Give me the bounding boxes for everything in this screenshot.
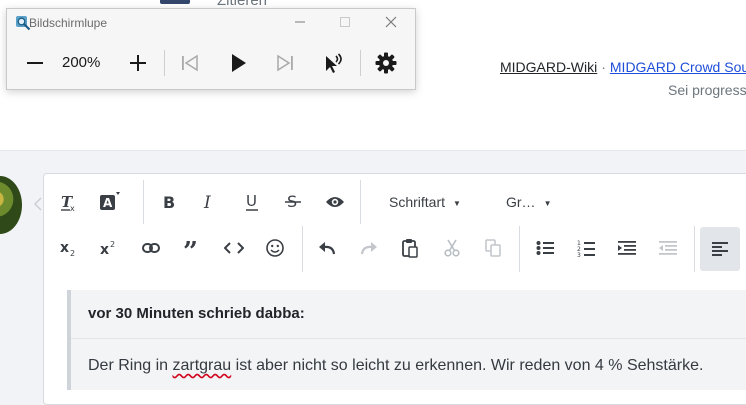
minus-icon [27, 62, 43, 64]
magnifier-title: Bildschirmlupe [29, 16, 108, 30]
magnifier-separator [360, 50, 361, 76]
toolbar-separator [360, 180, 361, 224]
link-midgard-crowd[interactable]: MIDGARD Crowd Sou [610, 59, 746, 75]
maximize-button[interactable] [330, 9, 360, 35]
link-separator: · [601, 59, 606, 75]
skip-forward-icon [277, 54, 293, 72]
svg-text:U: U [246, 192, 257, 210]
subscript-icon[interactable]: x2 [52, 231, 86, 265]
footer-links: MIDGARD-Wiki · MIDGARD Crowd Sou [500, 59, 746, 75]
svg-text:2: 2 [110, 240, 115, 249]
bold-icon[interactable]: B [152, 185, 186, 219]
previous-button[interactable] [175, 48, 205, 78]
avatar[interactable] [0, 176, 22, 234]
zoom-in-button[interactable] [123, 48, 153, 78]
play-button[interactable] [223, 48, 253, 78]
link-midgard-wiki[interactable]: MIDGARD-Wiki [500, 59, 597, 75]
link-icon[interactable] [134, 231, 168, 265]
font-family-label: Schriftart [389, 194, 446, 210]
text-color-icon[interactable]: A [92, 185, 126, 219]
minimize-button[interactable] [285, 9, 315, 35]
read-from-here-button[interactable] [319, 48, 349, 78]
close-icon [385, 16, 397, 28]
skip-back-icon [182, 54, 198, 72]
outdent-icon[interactable] [651, 231, 685, 265]
svg-text:3: 3 [577, 252, 581, 257]
font-size-label: Gr… [506, 194, 536, 210]
svg-text:I: I [203, 193, 211, 211]
zoom-out-button[interactable] [20, 48, 50, 78]
read-aloud-cursor-icon [326, 53, 342, 73]
settings-button[interactable] [371, 48, 401, 78]
quote-header: vor 30 Minuten schrieb dabba: [88, 305, 305, 322]
gear-icon [375, 52, 397, 74]
copy-icon[interactable] [476, 231, 510, 265]
caret-down-icon: ▼ [453, 198, 461, 208]
play-icon [232, 54, 246, 72]
chevron-left-icon [33, 197, 42, 211]
font-family-dropdown[interactable]: Schriftart ▼ [389, 194, 461, 210]
undo-icon[interactable] [310, 231, 344, 265]
misspelled-word[interactable]: zartgrau [172, 357, 231, 374]
toolbar-separator [302, 226, 303, 272]
svg-text:A: A [103, 196, 113, 210]
progress-note: Sei progress [668, 82, 746, 98]
next-button[interactable] [270, 48, 300, 78]
align-left-icon [712, 242, 728, 256]
svg-text:B: B [163, 193, 175, 211]
numbered-list-icon[interactable]: 123 [569, 231, 603, 265]
preview-eye-icon[interactable] [318, 185, 352, 219]
code-icon[interactable] [217, 231, 251, 265]
quote-text-start: Der Ring in [88, 357, 173, 374]
paste-icon[interactable] [393, 231, 427, 265]
quote-divider [71, 338, 746, 339]
align-left-button[interactable] [700, 227, 740, 271]
svg-text:x: x [70, 204, 75, 212]
toolbar-separator [519, 226, 520, 272]
indent-icon[interactable] [610, 231, 644, 265]
quote-body[interactable]: Der Ring in zartgrau ist aber nicht so l… [88, 357, 703, 375]
clear-format-icon[interactable]: Tx [52, 185, 86, 219]
superscript-icon[interactable]: x2 [92, 231, 126, 265]
plus-icon [130, 55, 146, 71]
quote-text-end: ist aber nicht so leicht zu erkennen. Wi… [231, 357, 704, 374]
bullet-list-icon[interactable] [528, 231, 562, 265]
strikethrough-icon[interactable]: S [276, 185, 310, 219]
svg-text:2: 2 [70, 249, 75, 257]
active-tab-indicator [160, 0, 190, 4]
close-button[interactable] [376, 9, 406, 35]
zoom-level: 200% [62, 54, 101, 71]
underline-icon[interactable]: U [235, 185, 269, 219]
italic-icon[interactable]: I [192, 185, 226, 219]
minimize-icon [295, 21, 305, 23]
toolbar-separator [143, 180, 144, 224]
svg-text:x: x [100, 242, 109, 257]
emoji-icon[interactable] [258, 231, 292, 265]
svg-text:”: ” [183, 240, 198, 256]
cut-icon[interactable] [435, 231, 469, 265]
font-size-dropdown[interactable]: Gr… ▼ [506, 194, 551, 210]
svg-text:x: x [60, 240, 69, 256]
maximize-icon [340, 17, 350, 27]
magnifier-separator [164, 50, 165, 76]
quote-icon[interactable]: ” [176, 231, 210, 265]
redo-icon[interactable] [352, 231, 386, 265]
toolbar-separator [694, 226, 695, 272]
caret-down-icon: ▼ [543, 198, 552, 208]
